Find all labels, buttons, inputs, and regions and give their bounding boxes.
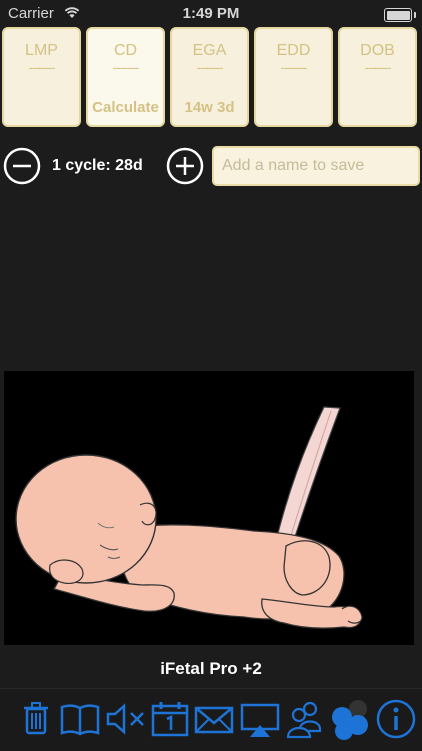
app-title: iFetal Pro +2 (160, 659, 262, 678)
contacts-icon[interactable] (284, 697, 328, 741)
status-time: 1:49 PM (182, 5, 240, 22)
date-cards: LMP ------- CD ------- Calculate EGA ---… (2, 27, 422, 131)
info-icon[interactable] (374, 697, 418, 741)
calendar-icon[interactable] (148, 697, 192, 741)
card-title: LMP (25, 42, 58, 59)
mute-icon[interactable] (104, 697, 148, 741)
plus-icon[interactable] (166, 147, 204, 185)
card-lmp[interactable]: LMP ------- (2, 27, 81, 127)
mail-icon[interactable] (192, 697, 236, 741)
card-title: CD (113, 42, 138, 59)
name-input[interactable] (212, 146, 420, 186)
bottom-toolbar (0, 688, 422, 751)
minus-icon[interactable] (3, 147, 41, 185)
card-placeholder: ------- (280, 59, 308, 75)
battery-icon (384, 8, 416, 22)
card-cd[interactable]: CD ------- Calculate (86, 27, 165, 127)
card-placeholder: ------- (28, 59, 56, 75)
card-placeholder: ------- (112, 59, 140, 75)
card-placeholder: ------- (196, 59, 224, 75)
status-bar: Carrier 1:49 PM (0, 0, 422, 30)
cycle-row: 1 cycle: 28d (0, 145, 422, 187)
fetus-illustration (15, 406, 363, 629)
card-title: EGA (192, 42, 227, 59)
airplay-icon[interactable] (238, 697, 282, 741)
card-title: DOB (360, 42, 395, 59)
card-dob[interactable]: DOB ------- (338, 27, 417, 127)
trash-icon[interactable] (14, 697, 58, 741)
card-title: EDD (276, 42, 311, 59)
cycle-length-label: 1 cycle: 28d (52, 157, 143, 174)
circles-icon[interactable] (328, 697, 372, 741)
card-edd[interactable]: EDD ------- (254, 27, 333, 127)
card-ega[interactable]: EGA ------- 14w 3d (170, 27, 249, 127)
card-placeholder: ------- (364, 59, 392, 75)
calculate-button[interactable]: Calculate (88, 99, 163, 116)
fetus-illustration-frame (4, 371, 414, 645)
book-icon[interactable] (58, 697, 102, 741)
card-value: 14w 3d (184, 99, 235, 116)
